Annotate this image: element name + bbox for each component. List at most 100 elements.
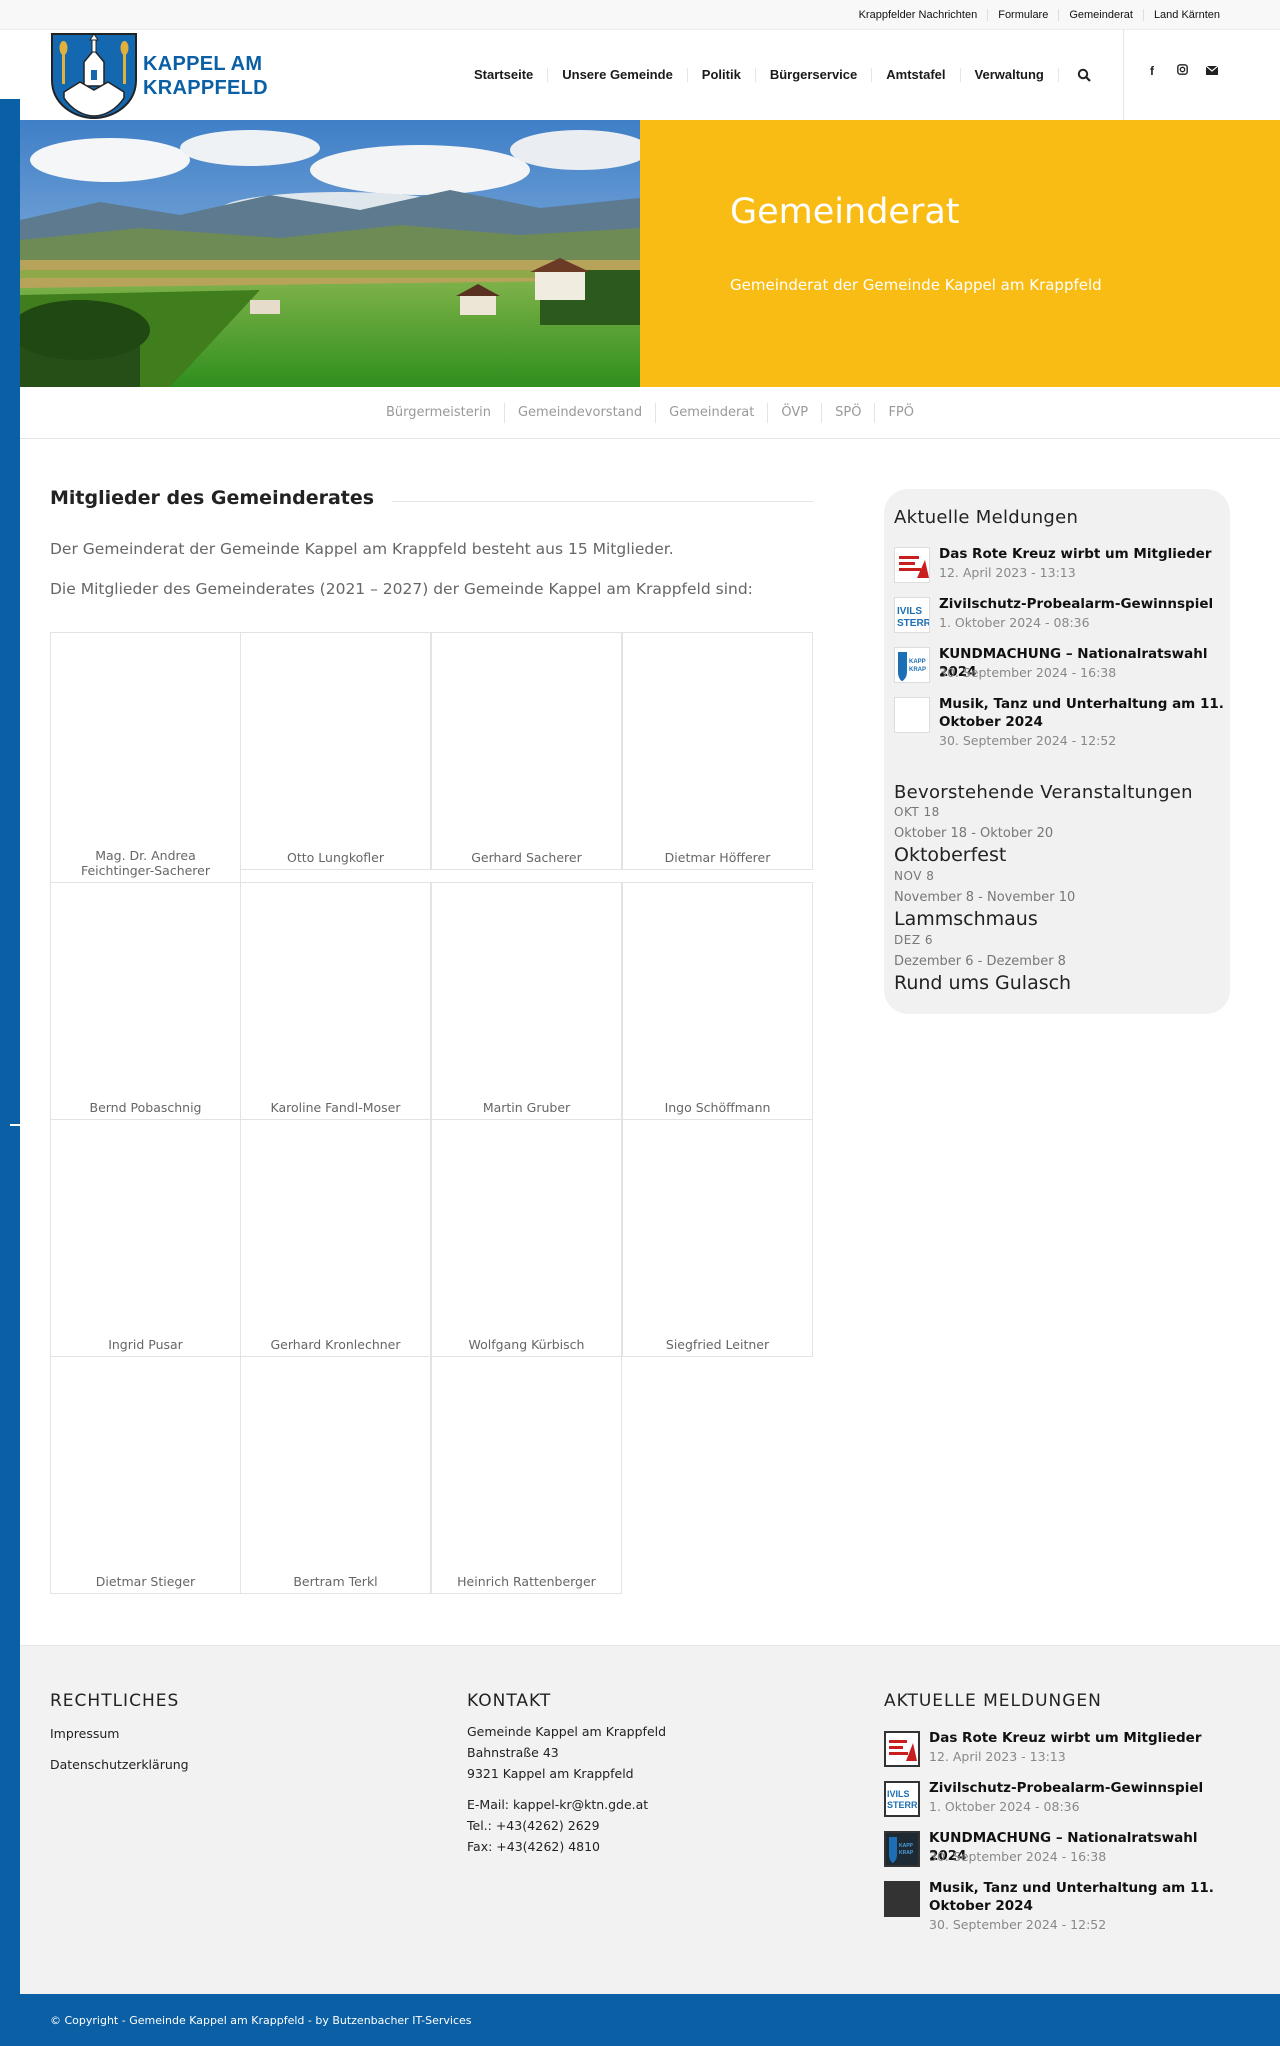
nav-politik[interactable]: Politik — [686, 68, 755, 82]
member-card[interactable]: Dietmar Stieger — [50, 1356, 241, 1594]
utility-link-land-kaernten[interactable]: Land Kärnten — [1142, 9, 1230, 21]
hero-title-panel: Gemeinderat Gemeinderat der Gemeinde Kap… — [640, 120, 1280, 387]
news-date: 30. September 2024 - 12:52 — [939, 733, 1117, 748]
member-name: Gerhard Sacherer — [471, 850, 582, 865]
page-hero: Gemeinderat Gemeinderat der Gemeinde Kap… — [20, 120, 1280, 387]
event-date-badge: NOV 8 — [894, 869, 935, 883]
member-name: Karoline Fandl-Moser — [270, 1100, 401, 1115]
main-content: Mitglieder des Gemeinderates Der Gemeind… — [50, 487, 813, 1594]
member-card[interactable]: Wolfgang Kürbisch — [431, 1119, 622, 1357]
footer-news-thumbnail-rotes-kreuz — [884, 1731, 920, 1767]
member-name: Dietmar Höfferer — [664, 850, 771, 865]
nav-unsere-gemeinde[interactable]: Unsere Gemeinde — [547, 68, 687, 82]
subnav-gemeindevorstand[interactable]: Gemeindevorstand — [503, 402, 655, 423]
footer-news-date: 12. April 2023 - 13:13 — [929, 1749, 1066, 1764]
member-card[interactable]: Bertram Terkl — [240, 1356, 431, 1594]
member-name: Bertram Terkl — [293, 1574, 378, 1589]
footer-news-thumbnail-zivilschutz: IVILS STERR — [884, 1781, 920, 1817]
member-card[interactable]: Dietmar Höfferer — [622, 632, 813, 870]
footer-news-thumbnail-musik — [884, 1881, 920, 1917]
news-item[interactable]: Das Rote Kreuz wirbt um Mitglieder 12. A… — [894, 545, 1224, 585]
member-name: Heinrich Rattenberger — [457, 1574, 596, 1589]
logo-line-2: KRAPPFELD — [143, 77, 268, 99]
member-name: Gerhard Kronlechner — [270, 1337, 401, 1352]
footer-news-date: 30. September 2024 - 16:38 — [929, 1849, 1107, 1864]
nav-startseite[interactable]: Startseite — [460, 68, 547, 82]
member-card[interactable]: Ingo Schöffmann — [622, 882, 813, 1120]
footer-news-item[interactable]: Musik, Tanz und Unterhaltung am 11. Okto… — [884, 1879, 1244, 1935]
footer-link-impressum[interactable]: Impressum — [50, 1726, 119, 1741]
news-item[interactable]: Musik, Tanz und Unterhaltung am 11. Okto… — [894, 695, 1224, 751]
members-heading: Mitglieder des Gemeinderates — [50, 487, 393, 509]
utility-link-formulare[interactable]: Formulare — [987, 9, 1058, 21]
instagram-icon[interactable] — [1175, 64, 1189, 78]
news-item[interactable]: IVILS STERR Zivilschutz-Probealarm-Gewinn… — [894, 595, 1224, 635]
member-card[interactable]: Mag. Dr. Andrea Feichtinger-Sacherer — [50, 632, 241, 883]
site-footer: RECHTLICHES Impressum Datenschutzerkläru… — [20, 1645, 1280, 1994]
politik-subnav: Bürgermeisterin Gemeindevorstand Gemeind… — [20, 387, 1280, 439]
subnav-spoe[interactable]: SPÖ — [821, 402, 874, 423]
footer-contact-title: KONTAKT — [467, 1691, 552, 1711]
sidebar-widget: Aktuelle Meldungen Das Rote Kreuz wirbt … — [884, 489, 1230, 1014]
svg-text:KRAP: KRAP — [899, 1850, 914, 1856]
coat-of-arms-icon — [51, 33, 137, 120]
contact-email[interactable]: E-Mail: kappel-kr@ktn.gde.at — [467, 1794, 648, 1815]
mail-icon[interactable] — [1205, 64, 1219, 78]
subnav-gemeinderat[interactable]: Gemeinderat — [655, 402, 767, 423]
site-logo[interactable]: KAPPEL AM KRAPPFELD — [50, 32, 280, 120]
member-card[interactable]: Gerhard Sacherer — [431, 632, 622, 870]
subnav-buergermeisterin[interactable]: Bürgermeisterin — [373, 403, 504, 423]
news-thumbnail-rotes-kreuz — [894, 547, 930, 583]
member-card[interactable]: Karoline Fandl-Moser — [240, 882, 431, 1120]
nav-verwaltung[interactable]: Verwaltung — [959, 68, 1058, 82]
news-title[interactable]: Das Rote Kreuz wirbt um Mitglieder — [939, 545, 1224, 563]
member-card[interactable]: Siegfried Leitner — [622, 1119, 813, 1357]
footer-news-title-link[interactable]: Das Rote Kreuz wirbt um Mitglieder — [929, 1729, 1239, 1747]
nav-amtstafel[interactable]: Amtstafel — [871, 68, 959, 82]
contact-line: Gemeinde Kappel am Krappfeld — [467, 1724, 667, 1739]
footer-news-title-link[interactable]: Zivilschutz-Probealarm-Gewinnspiel — [929, 1779, 1239, 1797]
page-title: Gemeinderat — [730, 192, 960, 232]
member-name: Wolfgang Kürbisch — [468, 1337, 585, 1352]
member-card[interactable]: Ingrid Pusar — [50, 1119, 241, 1357]
footer-news-title-link[interactable]: Musik, Tanz und Unterhaltung am 11. Okto… — [929, 1879, 1239, 1915]
search-button[interactable] — [1057, 68, 1109, 82]
footer-link-datenschutz[interactable]: Datenschutzerklärung — [50, 1757, 189, 1772]
member-card[interactable]: Bernd Pobaschnig — [50, 882, 241, 1120]
news-widget-title: Aktuelle Meldungen — [894, 507, 1079, 528]
utility-link-krappfelder-nachrichten[interactable]: Krappfelder Nachrichten — [849, 9, 988, 21]
member-card[interactable]: Otto Lungkofler — [240, 632, 431, 870]
svg-text:STERR: STERR — [887, 1800, 918, 1810]
landscape-image — [20, 120, 640, 387]
utility-links: Krappfelder Nachrichten Formulare Gemein… — [849, 0, 1230, 30]
social-links: f — [1145, 64, 1219, 78]
page-subtitle: Gemeinderat der Gemeinde Kappel am Krapp… — [730, 276, 1102, 294]
facebook-icon[interactable]: f — [1145, 64, 1159, 78]
news-title[interactable]: Zivilschutz-Probealarm-Gewinnspiel — [939, 595, 1224, 613]
member-card[interactable]: Martin Gruber — [431, 882, 622, 1120]
member-card[interactable]: Heinrich Rattenberger — [431, 1356, 622, 1594]
member-name: Dietmar Stieger — [95, 1574, 196, 1589]
footer-news-item[interactable]: KAPP KRAP KUNDMACHUNG – Nationalratswahl … — [884, 1829, 1244, 1869]
nav-buergerservice[interactable]: Bürgerservice — [754, 68, 871, 82]
subnav-oevp[interactable]: ÖVP — [767, 402, 821, 423]
contact-fax: Fax: +43(4262) 4810 — [467, 1839, 601, 1854]
top-utility-bar: Krappfelder Nachrichten Formulare Gemein… — [0, 0, 1280, 30]
svg-text:KRAP: KRAP — [909, 667, 926, 673]
news-date: 12. April 2023 - 13:13 — [939, 565, 1076, 580]
event-name-oktoberfest[interactable]: Oktoberfest — [894, 844, 1006, 866]
event-name-lammschmaus[interactable]: Lammschmaus — [894, 908, 1038, 930]
contact-phone: Tel.: +43(4262) 2629 — [467, 1818, 600, 1833]
site-header: KAPPEL AM KRAPPFELD Startseite Unsere Ge… — [20, 30, 1280, 120]
event-name-rund-ums-gulasch[interactable]: Rund ums Gulasch — [894, 972, 1071, 994]
utility-link-gemeinderat[interactable]: Gemeinderat — [1058, 9, 1143, 21]
footer-news-item[interactable]: Das Rote Kreuz wirbt um Mitglieder 12. A… — [884, 1729, 1244, 1769]
news-item[interactable]: KAPP KRAP KUNDMACHUNG – Nationalratswahl … — [894, 645, 1224, 685]
member-name: Siegfried Leitner — [665, 1337, 770, 1352]
news-title[interactable]: Musik, Tanz und Unterhaltung am 11. Okto… — [939, 695, 1224, 731]
member-card[interactable]: Gerhard Kronlechner — [240, 1119, 431, 1357]
event-date-range: November 8 - November 10 — [894, 890, 1076, 905]
contact-line: 9321 Kappel am Krappfeld — [467, 1766, 634, 1781]
footer-news-item[interactable]: IVILS STERR Zivilschutz-Probealarm-Gewinn… — [884, 1779, 1244, 1819]
subnav-fpoe[interactable]: FPÖ — [874, 402, 927, 423]
